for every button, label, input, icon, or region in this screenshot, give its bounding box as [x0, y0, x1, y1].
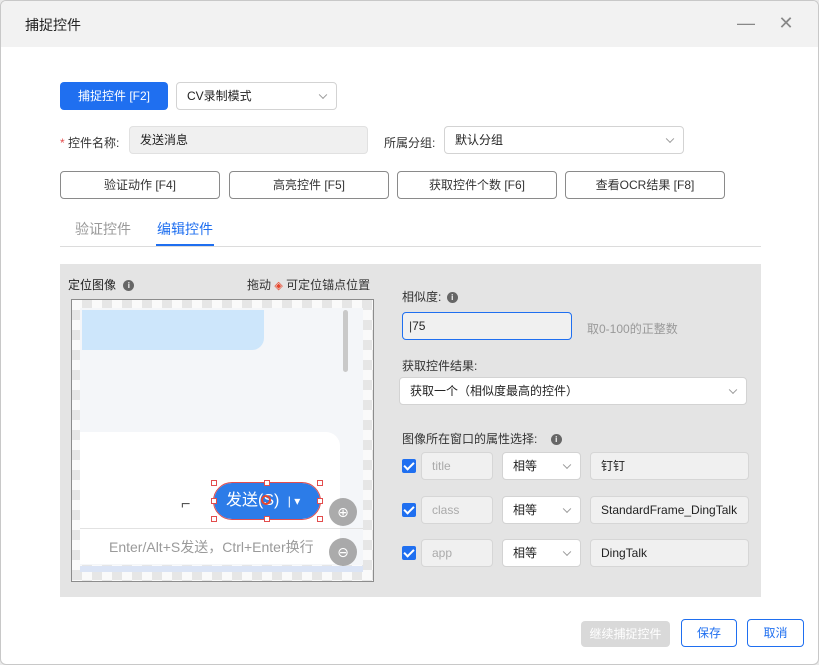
save-button[interactable]: 保存 [681, 619, 737, 647]
selection-handle[interactable] [317, 480, 323, 486]
attr-value-app[interactable]: DingTalk [590, 539, 749, 567]
control-name-label: * 控件名称: [60, 134, 119, 151]
attr-op-value: 相等 [513, 459, 538, 473]
class-checkbox[interactable] [402, 503, 416, 517]
capture-control-button[interactable]: 捕捉控件 [F2] [60, 82, 168, 110]
bottom-strip [80, 566, 363, 572]
title-checkbox[interactable] [402, 459, 416, 473]
scrollbar[interactable] [343, 310, 348, 372]
selection-handle[interactable] [264, 480, 270, 486]
dialog-title: 捕捉控件 [25, 17, 81, 33]
locate-image-panel: 定位图像 i 拖动 ◈ 可定位锚点位置 ⌐ 发送(S) | ▾ Enter/Al… [60, 264, 385, 597]
similarity-hint: 取0-100的正整数 [587, 322, 678, 336]
title-bar: 捕捉控件 — ✕ [1, 1, 818, 47]
chat-bubble [82, 310, 264, 350]
chevron-down-icon [318, 90, 328, 100]
anchor-point-icon[interactable] [261, 495, 271, 505]
group-select[interactable]: 默认分组 [444, 126, 684, 154]
zoom-in-icon[interactable]: ⊕ [329, 498, 357, 526]
required-mark: * [60, 136, 65, 150]
minimize-icon[interactable]: — [736, 13, 756, 33]
attr-op-select-app[interactable]: 相等 [502, 539, 581, 567]
info-icon[interactable]: i [123, 280, 135, 292]
capture-control-dialog: 捕捉控件 — ✕ 捕捉控件 [F2] CV录制模式 * 控件名称: 发送消息 所… [0, 0, 819, 665]
similarity-input[interactable]: |75 [402, 312, 572, 340]
chevron-down-icon [728, 385, 738, 395]
anchor-hint-suffix: 可定位锚点位置 [286, 278, 371, 292]
selection-handle[interactable] [264, 516, 270, 522]
view-ocr-result-button[interactable]: 查看OCR结果 [F8] [565, 171, 725, 199]
app-checkbox[interactable] [402, 546, 416, 560]
zoom-out-icon[interactable]: ⊖ [329, 538, 357, 566]
attr-op-value: 相等 [513, 546, 538, 560]
anchor-diamond-icon: ◈ [274, 280, 283, 292]
info-icon[interactable]: i [446, 292, 458, 304]
similarity-label: 相似度: i [402, 288, 458, 305]
attr-op-select-title[interactable]: 相等 [502, 452, 581, 480]
attributes-label: 图像所在窗口的属性选择: i [402, 430, 562, 447]
send-button-label: 发送(S) [226, 492, 280, 509]
properties-panel: 相似度: i |75 取0-100的正整数 获取控件结果: 获取一个（相似度最高… [385, 264, 761, 597]
group-select-value: 默认分组 [455, 133, 504, 147]
attr-name-class: class [421, 496, 493, 524]
attr-name-app: app [421, 539, 493, 567]
cancel-button[interactable]: 取消 [747, 619, 804, 647]
result-label: 获取控件结果: [402, 359, 478, 373]
get-control-count-button[interactable]: 获取控件个数 [F6] [397, 171, 557, 199]
tab-edit-control[interactable]: 编辑控件 [157, 219, 213, 239]
chevron-down-icon [562, 460, 572, 470]
selection-handle[interactable] [211, 516, 217, 522]
mode-select[interactable]: CV录制模式 [176, 82, 337, 110]
chevron-down-icon [562, 547, 572, 557]
anchor-hint-prefix: 拖动 [247, 278, 272, 292]
anchor-hint: 拖动 ◈ 可定位锚点位置 [247, 276, 370, 293]
attr-value-title[interactable]: 钉钉 [590, 452, 749, 480]
group-label: 所属分组: [384, 136, 436, 150]
verify-action-button[interactable]: 验证动作 [F4] [60, 171, 220, 199]
chevron-down-icon [562, 504, 572, 514]
active-tab-indicator [156, 244, 214, 246]
chevron-down-icon [665, 134, 675, 144]
info-icon[interactable]: i [550, 434, 562, 446]
tab-divider [60, 246, 761, 247]
input-hint-text: Enter/Alt+S发送，Ctrl+Enter换行 [109, 539, 314, 555]
locate-image-title: 定位图像 i [68, 276, 135, 293]
dropdown-arrow-icon: | ▾ [287, 494, 301, 508]
selection-handle[interactable] [317, 516, 323, 522]
selection-handle[interactable] [317, 498, 323, 504]
result-select[interactable]: 获取一个（相似度最高的控件） [399, 377, 747, 405]
selection-handle[interactable] [211, 480, 217, 486]
attr-name-title: title [421, 452, 493, 480]
mode-select-value: CV录制模式 [187, 89, 252, 103]
control-name-field[interactable]: 发送消息 [129, 126, 368, 154]
captured-image[interactable]: ⌐ 发送(S) | ▾ Enter/Alt+S发送，Ctrl+Enter换行 ⊕… [71, 299, 374, 582]
selection-handle[interactable] [211, 498, 217, 504]
screenshot-icon: ⌐ [181, 496, 191, 513]
locate-image-title-text: 定位图像 [68, 278, 117, 292]
input-divider [80, 528, 363, 529]
attr-op-value: 相等 [513, 503, 538, 517]
highlight-control-button[interactable]: 高亮控件 [F5] [229, 171, 389, 199]
close-icon[interactable]: ✕ [776, 13, 796, 33]
result-select-value: 获取一个（相似度最高的控件） [410, 384, 579, 398]
continue-capture-button[interactable]: 继续捕捉控件 [581, 621, 670, 647]
similarity-label-text: 相似度: [402, 290, 442, 304]
control-name-label-text: 控件名称: [68, 136, 120, 150]
tab-verify-control[interactable]: 验证控件 [75, 219, 131, 239]
attr-value-class[interactable]: StandardFrame_DingTalk [590, 496, 749, 524]
similarity-value: 75 [412, 319, 426, 333]
attr-op-select-class[interactable]: 相等 [502, 496, 581, 524]
attributes-label-text: 图像所在窗口的属性选择: [402, 432, 538, 446]
